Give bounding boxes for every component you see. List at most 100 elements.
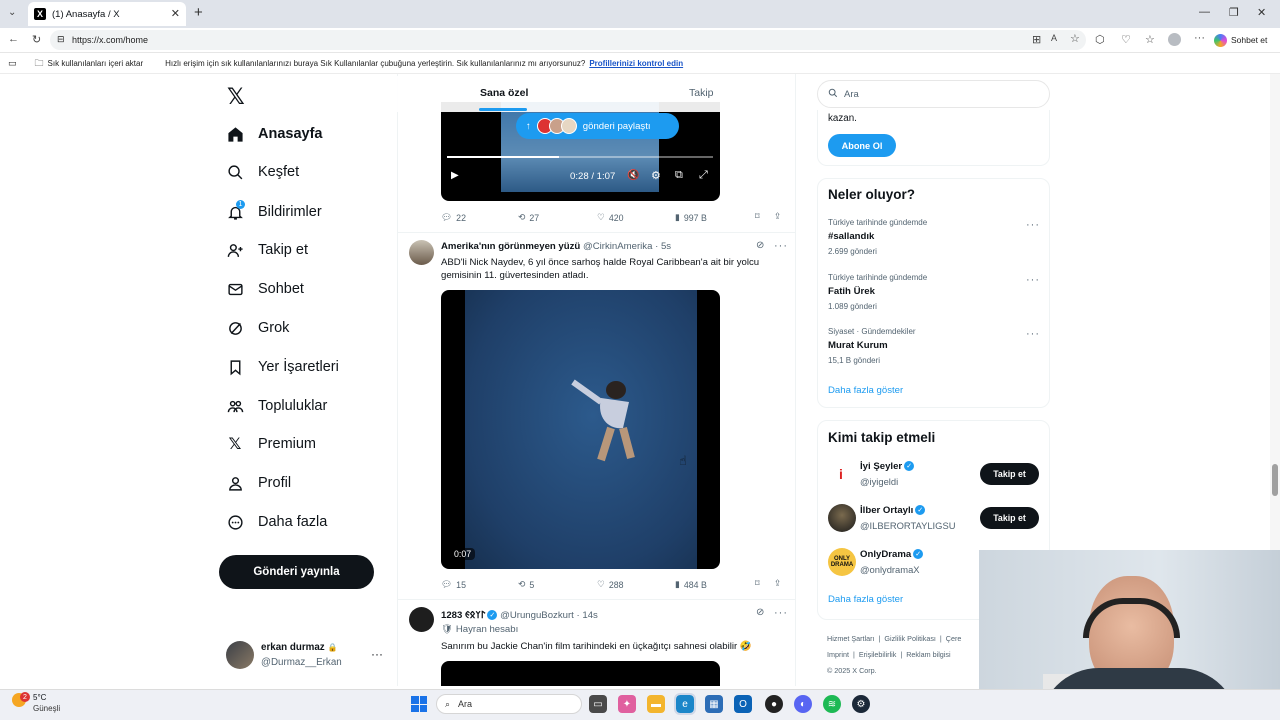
tab-following[interactable]: Takip xyxy=(689,87,714,99)
grok-icon[interactable]: ⊘ xyxy=(756,607,764,618)
follow-suggestion[interactable]: İlber Ortaylı ✓ @ILBERORTAYLIGSU Takip et xyxy=(818,499,1051,537)
post-handle[interactable]: @CirkinAmerika xyxy=(583,241,652,252)
copilot-taskbar-icon[interactable]: ✦ xyxy=(618,695,636,713)
sidebar-item-bookmarks[interactable]: Yer İşaretleri xyxy=(226,352,339,382)
follow-button[interactable]: Takip et xyxy=(980,463,1039,485)
trend-item[interactable]: Türkiye tarihinde gündemde Fatih Ürek 1.… xyxy=(818,270,1051,318)
search-input[interactable]: Ara xyxy=(817,80,1050,108)
extensions-icon[interactable]: ⬡ xyxy=(1095,33,1105,46)
reply-button[interactable]: 💬︎ 22 xyxy=(441,212,466,223)
post-handle[interactable]: @UrunguBozkurt xyxy=(500,610,574,621)
footer-accessibility-link[interactable]: Erişilebilirlik xyxy=(859,650,897,659)
post-time[interactable]: · 5s xyxy=(655,241,671,252)
post-time[interactable]: · 14s xyxy=(577,610,598,621)
favorite-star-icon[interactable]: ☆ xyxy=(1070,32,1080,45)
video-progress[interactable] xyxy=(447,156,713,158)
like-button[interactable]: ♡ 420 xyxy=(597,212,624,223)
share-icon[interactable]: ⇪ xyxy=(774,578,781,589)
avatar[interactable] xyxy=(409,240,434,265)
back-icon[interactable]: ← xyxy=(8,33,19,45)
tab-close-icon[interactable]: ✕ xyxy=(171,7,180,20)
trend-item[interactable]: Türkiye tarihinde gündemde #sallandık 2.… xyxy=(818,215,1051,263)
app-available-icon[interactable]: ⊞ xyxy=(1032,33,1041,46)
discord-icon[interactable]: ◐ xyxy=(794,695,812,713)
reposted-pill[interactable]: ↑ gönderi paylaştı xyxy=(516,113,679,139)
bookmark-icon[interactable]: ⌑ xyxy=(755,211,760,222)
task-view-icon[interactable]: ▭ xyxy=(589,695,607,713)
sidebar-item-messages[interactable]: Sohbet xyxy=(226,274,304,304)
video-player[interactable]: ↑ gönderi paylaştı ▶ 0:28 / 1:07 🔇 ⚙ ⧉ ⤢ xyxy=(441,102,720,201)
footer-privacy-link[interactable]: Gizlilik Politikası xyxy=(884,634,936,643)
new-tab-icon[interactable]: + xyxy=(194,4,203,21)
grok-icon[interactable]: ⊘ xyxy=(756,240,764,251)
sidebar-toggle-icon[interactable]: ▭ xyxy=(8,58,17,69)
reply-button[interactable]: 💬︎ 15 xyxy=(441,579,466,590)
refresh-icon[interactable]: ↻ xyxy=(32,33,41,46)
views-button[interactable]: ▮ 484 B xyxy=(675,579,707,590)
sidebar-item-follow[interactable]: Takip et xyxy=(226,235,308,265)
address-bar[interactable]: ⊟ https://x.com/home xyxy=(50,30,1086,50)
sidebar-item-explore[interactable]: Keşfet xyxy=(226,157,299,187)
fullscreen-icon[interactable]: ⤢ xyxy=(699,169,708,182)
follow-suggestion[interactable]: i İyi Şeyler ✓ @iyigeldi Takip et xyxy=(818,455,1051,493)
subscribe-button[interactable]: Abone Ol xyxy=(828,134,896,157)
windows-start-icon[interactable] xyxy=(411,696,427,712)
restore-icon[interactable]: ❐ xyxy=(1229,6,1239,19)
post-button[interactable]: Gönderi yayınla xyxy=(219,555,374,589)
site-info-icon[interactable]: ⊟ xyxy=(57,34,65,45)
favorites-icon[interactable]: ☆ xyxy=(1145,33,1155,46)
spotify-icon[interactable]: ≋ xyxy=(823,695,841,713)
share-icon[interactable]: ⇪ xyxy=(774,211,781,222)
views-button[interactable]: ▮ 997 B xyxy=(675,212,707,223)
tab-actions-chevron-icon[interactable]: ⌄ xyxy=(8,7,16,18)
sidebar-item-premium[interactable]: 𝕏 Premium xyxy=(226,429,316,459)
post-author[interactable]: Amerika'nın görünmeyen yüzü xyxy=(441,241,580,252)
store-icon[interactable]: ▦ xyxy=(705,695,723,713)
trend-more-icon[interactable]: ··· xyxy=(1026,219,1040,231)
gear-icon[interactable]: ⚙ xyxy=(651,169,661,182)
account-more-icon[interactable]: ··· xyxy=(371,647,383,661)
sidebar-item-more[interactable]: Daha fazla xyxy=(226,507,327,537)
file-explorer-icon[interactable]: ▬ xyxy=(647,695,665,713)
trend-more-icon[interactable]: ··· xyxy=(1026,328,1040,340)
taskbar-search[interactable]: ⌕ Ara xyxy=(436,694,582,714)
account-switcher[interactable]: erkan durmaz 🔒 @Durmaz__Erkan ··· xyxy=(226,641,391,671)
weather-temp[interactable]: 5°C xyxy=(33,693,46,702)
outlook-icon[interactable]: O xyxy=(734,695,752,713)
post-more-icon[interactable]: ··· xyxy=(774,607,788,619)
repost-button[interactable]: ⟲ 27 xyxy=(518,212,539,223)
footer-imprint-link[interactable]: Imprint xyxy=(827,650,849,659)
bookmark-icon[interactable]: ⌑ xyxy=(755,578,760,589)
who-show-more-link[interactable]: Daha fazla göster xyxy=(828,594,903,605)
copilot-button[interactable]: Sohbet et xyxy=(1214,31,1274,49)
edge-icon[interactable]: e xyxy=(674,693,696,715)
trend-more-icon[interactable]: ··· xyxy=(1026,274,1040,286)
obs-icon[interactable]: ● xyxy=(765,695,783,713)
mute-icon[interactable]: 🔇 xyxy=(627,170,639,181)
trends-show-more-link[interactable]: Daha fazla göster xyxy=(828,385,903,396)
post-more-icon[interactable]: ··· xyxy=(774,240,788,252)
steam-icon[interactable]: ⚙ xyxy=(852,695,870,713)
sidebar-item-home[interactable]: Anasayfa xyxy=(226,119,322,149)
sidebar-item-profile[interactable]: Profil xyxy=(226,468,291,498)
trend-item[interactable]: Siyaset · Gündemdekiler Murat Kurum 15,1… xyxy=(818,324,1051,372)
window-close-icon[interactable]: ✕ xyxy=(1257,6,1266,19)
x-logo-icon[interactable]: 𝕏 xyxy=(227,84,245,110)
follow-suggestion[interactable]: ONLY DRAMA OnlyDrama ✓ @onlydramaX xyxy=(818,543,978,581)
like-button[interactable]: ♡ 288 xyxy=(597,579,624,590)
import-favorites[interactable]: Sık kullanılanları içeri aktar xyxy=(48,59,144,68)
sidebar-item-grok[interactable]: Grok xyxy=(226,313,289,343)
profile-avatar-icon[interactable] xyxy=(1168,33,1181,46)
footer-ads-link[interactable]: Reklam bilgisi xyxy=(906,650,950,659)
browser-tab[interactable]: X (1) Anasayfa / X ✕ xyxy=(28,2,186,26)
avatar[interactable] xyxy=(409,607,434,632)
check-profiles-link[interactable]: Profillerinizi kontrol edin xyxy=(589,59,683,68)
footer-cookie-link[interactable]: Çere xyxy=(946,634,962,643)
footer-terms-link[interactable]: Hizmet Şartları xyxy=(827,634,875,643)
read-aloud-icon[interactable]: A xyxy=(1051,33,1057,43)
sidebar-item-communities[interactable]: Topluluklar xyxy=(226,391,327,421)
settings-more-icon[interactable]: ··· xyxy=(1194,32,1205,44)
play-icon[interactable]: ▶ xyxy=(451,170,459,181)
minimize-icon[interactable]: — xyxy=(1199,6,1210,18)
scrollbar-thumb[interactable] xyxy=(1272,464,1278,496)
